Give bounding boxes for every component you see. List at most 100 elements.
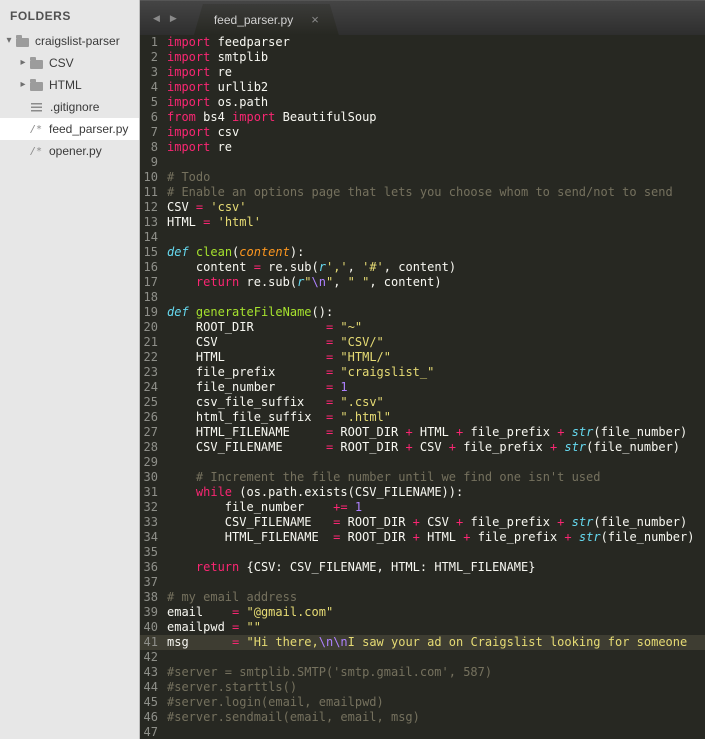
code-text: # Enable an options page that lets you c… [167, 185, 705, 200]
code-text: while (os.path.exists(CSV_FILENAME)): [167, 485, 705, 500]
code-line-20[interactable]: 20 ROOT_DIR = "~" [140, 320, 705, 335]
code-text: CSV = 'csv' [167, 200, 705, 215]
line-number: 1 [140, 35, 167, 50]
line-number: 10 [140, 170, 167, 185]
code-line-25[interactable]: 25 csv_file_suffix = ".csv" [140, 395, 705, 410]
code-text [167, 725, 705, 739]
code-text: return {CSV: CSV_FILENAME, HTML: HTML_FI… [167, 560, 705, 575]
code-line-12[interactable]: 12CSV = 'csv' [140, 200, 705, 215]
code-line-30[interactable]: 30 # Increment the file number until we … [140, 470, 705, 485]
line-number: 24 [140, 380, 167, 395]
code-text: HTML_FILENAME = ROOT_DIR + HTML + file_p… [167, 530, 705, 545]
code-line-11[interactable]: 11# Enable an options page that lets you… [140, 185, 705, 200]
sidebar-item-feed-parser-py[interactable]: /*feed_parser.py [0, 118, 139, 140]
line-number: 33 [140, 515, 167, 530]
code-line-27[interactable]: 27 HTML_FILENAME = ROOT_DIR + HTML + fil… [140, 425, 705, 440]
folder-icon [30, 60, 43, 69]
tab-close-icon[interactable]: × [311, 13, 319, 26]
code-line-23[interactable]: 23 file_prefix = "craigslist_" [140, 365, 705, 380]
code-line-22[interactable]: 22 HTML = "HTML/" [140, 350, 705, 365]
code-line-41[interactable]: 41msg = "Hi there,\n\nI saw your ad on C… [140, 635, 705, 650]
tab-nav: ◀ ▶ [140, 1, 186, 35]
file-label: .gitignore [50, 100, 99, 114]
code-line-5[interactable]: 5import os.path [140, 95, 705, 110]
nav-forward-icon[interactable]: ▶ [165, 13, 182, 24]
code-line-24[interactable]: 24 file_number = 1 [140, 380, 705, 395]
line-number: 7 [140, 125, 167, 140]
code-line-38[interactable]: 38# my email address [140, 590, 705, 605]
code-line-33[interactable]: 33 CSV_FILENAME = ROOT_DIR + CSV + file_… [140, 515, 705, 530]
code-line-16[interactable]: 16 content = re.sub(r',', '#', content) [140, 260, 705, 275]
line-number: 16 [140, 260, 167, 275]
code-text: def clean(content): [167, 245, 705, 260]
code-line-29[interactable]: 29 [140, 455, 705, 470]
code-line-42[interactable]: 42 [140, 650, 705, 665]
code-line-7[interactable]: 7import csv [140, 125, 705, 140]
code-line-32[interactable]: 32 file_number += 1 [140, 500, 705, 515]
sidebar-item-csv[interactable]: ▸CSV [0, 52, 139, 74]
code-text: #server.starttls() [167, 680, 705, 695]
code-line-2[interactable]: 2import smtplib [140, 50, 705, 65]
line-number: 23 [140, 365, 167, 380]
code-line-43[interactable]: 43#server = smtplib.SMTP('smtp.gmail.com… [140, 665, 705, 680]
code-line-31[interactable]: 31 while (os.path.exists(CSV_FILENAME)): [140, 485, 705, 500]
code-line-4[interactable]: 4import urllib2 [140, 80, 705, 95]
code-line-46[interactable]: 46#server.sendmail(email, email, msg) [140, 710, 705, 725]
code-text: csv_file_suffix = ".csv" [167, 395, 705, 410]
code-editor[interactable]: 1import feedparser2import smtplib3import… [140, 35, 705, 739]
sidebar-item-html[interactable]: ▸HTML [0, 74, 139, 96]
code-text: # Increment the file number until we fin… [167, 470, 705, 485]
code-line-28[interactable]: 28 CSV_FILENAME = ROOT_DIR + CSV + file_… [140, 440, 705, 455]
sidebar-item-opener-py[interactable]: /*opener.py [0, 140, 139, 162]
code-line-9[interactable]: 9 [140, 155, 705, 170]
tab-feed-parser[interactable]: feed_parser.py × [194, 4, 339, 35]
code-line-17[interactable]: 17 return re.sub(r"\n", " ", content) [140, 275, 705, 290]
code-line-18[interactable]: 18 [140, 290, 705, 305]
code-line-6[interactable]: 6from bs4 import BeautifulSoup [140, 110, 705, 125]
main-area: ◀ ▶ feed_parser.py × 1import feedparser2… [140, 0, 705, 739]
line-number: 3 [140, 65, 167, 80]
code-line-21[interactable]: 21 CSV = "CSV/" [140, 335, 705, 350]
code-line-3[interactable]: 3import re [140, 65, 705, 80]
nav-back-icon[interactable]: ◀ [148, 13, 165, 24]
code-text: ROOT_DIR = "~" [167, 320, 705, 335]
line-number: 44 [140, 680, 167, 695]
code-line-10[interactable]: 10# Todo [140, 170, 705, 185]
code-line-1[interactable]: 1import feedparser [140, 35, 705, 50]
file-label: craigslist-parser [35, 34, 120, 48]
disclosure-closed-icon[interactable]: ▸ [16, 74, 30, 96]
line-number: 37 [140, 575, 167, 590]
code-text: # Todo [167, 170, 705, 185]
code-line-44[interactable]: 44#server.starttls() [140, 680, 705, 695]
code-text [167, 545, 705, 560]
sidebar-item-craigslist-parser[interactable]: ▾ craigslist-parser [0, 30, 139, 52]
code-line-39[interactable]: 39email = "@gmail.com" [140, 605, 705, 620]
line-number: 15 [140, 245, 167, 260]
code-line-40[interactable]: 40emailpwd = "" [140, 620, 705, 635]
code-line-26[interactable]: 26 html_file_suffix = ".html" [140, 410, 705, 425]
line-number: 42 [140, 650, 167, 665]
line-number: 19 [140, 305, 167, 320]
code-line-47[interactable]: 47 [140, 725, 705, 739]
tab-bar: ◀ ▶ feed_parser.py × [140, 0, 705, 35]
disclosure-open-icon[interactable]: ▾ [2, 30, 16, 52]
code-line-35[interactable]: 35 [140, 545, 705, 560]
sidebar-item-gitignore[interactable]: .gitignore [0, 96, 139, 118]
code-line-45[interactable]: 45#server.login(email, emailpwd) [140, 695, 705, 710]
code-line-15[interactable]: 15def clean(content): [140, 245, 705, 260]
code-text: HTML = 'html' [167, 215, 705, 230]
code-line-34[interactable]: 34 HTML_FILENAME = ROOT_DIR + HTML + fil… [140, 530, 705, 545]
text-file-icon [31, 103, 42, 112]
code-line-36[interactable]: 36 return {CSV: CSV_FILENAME, HTML: HTML… [140, 560, 705, 575]
line-number: 46 [140, 710, 167, 725]
code-text: import feedparser [167, 35, 705, 50]
disclosure-closed-icon[interactable]: ▸ [16, 52, 30, 74]
code-text [167, 575, 705, 590]
code-line-19[interactable]: 19def generateFileName(): [140, 305, 705, 320]
code-line-14[interactable]: 14 [140, 230, 705, 245]
code-text [167, 455, 705, 470]
code-line-8[interactable]: 8import re [140, 140, 705, 155]
code-line-37[interactable]: 37 [140, 575, 705, 590]
code-line-13[interactable]: 13HTML = 'html' [140, 215, 705, 230]
code-text: CSV_FILENAME = ROOT_DIR + CSV + file_pre… [167, 515, 705, 530]
